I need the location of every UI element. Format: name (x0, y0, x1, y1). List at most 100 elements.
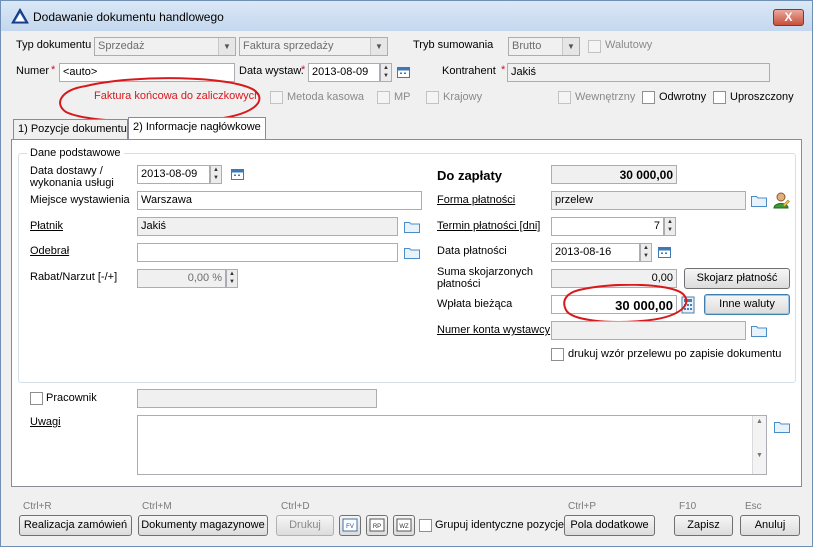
inne-waluty-button[interactable]: Inne waluty (704, 294, 790, 315)
annotation-ellipse-amount (563, 284, 688, 323)
data-dostawy-spinner[interactable]: ▲ ▼ (210, 165, 222, 184)
kontrahent-required-mark: * (501, 64, 506, 76)
data-dostawy-value: 2013-08-09 (141, 168, 198, 180)
platnik-field[interactable]: Jakiś (137, 217, 398, 236)
do-zaplaty-value: 30 000,00 (619, 168, 673, 182)
chevron-down-icon: ▼ (562, 38, 579, 55)
grupuj-checkbox[interactable] (419, 519, 432, 532)
kontrahent-field[interactable]: Jakiś (507, 63, 770, 82)
suma-skojarzonych-value: 0,00 (651, 272, 673, 284)
print-fv-icon: FV (342, 518, 358, 532)
folder-icon[interactable] (404, 221, 420, 233)
print-wz-button[interactable]: WZ (393, 515, 415, 536)
user-edit-icon[interactable] (772, 191, 790, 209)
uwagi-textarea[interactable]: ▲ ▼ (137, 415, 767, 475)
uproszczony-checkbox[interactable] (713, 91, 726, 104)
rodzaj-dokumentu-select[interactable]: Faktura sprzedaży ▼ (239, 37, 388, 56)
krajowy-label: Krajowy (443, 91, 483, 103)
metoda-kasowa-checkbox[interactable] (270, 91, 283, 104)
calendar-icon[interactable] (658, 247, 671, 258)
uwagi-label: Uwagi (30, 416, 61, 428)
wewnetrzny-checkbox[interactable] (558, 91, 571, 104)
rabat-narzut-value: 0,00 % (187, 272, 222, 284)
print-wz-icon: WZ (396, 518, 412, 532)
typ-dokumentu-value: Sprzedaż (98, 40, 145, 52)
odwrotny-checkbox[interactable] (642, 91, 655, 104)
walutowy-checkbox[interactable] (588, 40, 601, 53)
print-fv-button[interactable]: FV (339, 515, 361, 536)
zapisz-button[interactable]: Zapisz (674, 515, 733, 536)
close-button[interactable]: X (773, 9, 804, 26)
rabat-narzut-field[interactable]: 0,00 % (137, 269, 226, 288)
drukuj-button[interactable]: Drukuj (276, 515, 334, 536)
skojarz-platnosc-button[interactable]: Skojarz płatność (684, 268, 790, 289)
data-wystawienia-field[interactable]: 2013-08-09 (308, 63, 380, 82)
numer-konta-label: Numer konta wystawcy (437, 324, 551, 336)
data-wystawienia-spinner[interactable]: ▲ ▼ (380, 63, 392, 82)
tab-informacje-naglowkowe[interactable]: 2) Informacje nagłówkowe (128, 117, 266, 139)
forma-platnosci-label: Forma płatności (437, 194, 516, 206)
kontrahent-value: Jakiś (511, 66, 537, 78)
miejsce-wystawienia-label: Miejsce wystawienia (30, 194, 130, 206)
data-platnosci-spinner[interactable]: ▲ ▼ (640, 243, 652, 262)
suma-skojarzonych-label-2: płatności (437, 278, 481, 290)
pola-dodatkowe-button[interactable]: Pola dodatkowe (564, 515, 655, 536)
platnik-value: Jakiś (141, 220, 167, 232)
forma-platnosci-value: przelew (555, 194, 593, 206)
wplata-biezaca-label: Wpłata bieżąca (437, 298, 513, 310)
scroll-down-icon: ▼ (756, 452, 763, 459)
folder-icon[interactable] (751, 325, 767, 337)
folder-icon[interactable] (774, 421, 790, 433)
do-zaplaty-label: Do zapłaty (437, 168, 503, 183)
numer-label: Numer (16, 65, 50, 77)
odebral-field[interactable] (137, 243, 398, 262)
typ-dokumentu-select[interactable]: Sprzedaż ▼ (94, 37, 236, 56)
grupuj-label: Grupuj identyczne pozycje (435, 519, 565, 531)
uproszczony-label: Uproszczony (730, 91, 794, 103)
data-dostawy-label-1: Data dostawy / (30, 165, 103, 177)
calendar-icon[interactable] (397, 67, 410, 78)
suma-skojarzonych-label-1: Suma skojarzonych (437, 266, 533, 278)
print-rp-button[interactable]: RP (366, 515, 388, 536)
rodzaj-dokumentu-value: Faktura sprzedaży (243, 40, 334, 52)
uwagi-scrollbar[interactable]: ▲ ▼ (752, 416, 766, 474)
tryb-sumowania-label: Tryb sumowania (413, 39, 494, 51)
termin-platnosci-field[interactable]: 7 (551, 217, 664, 236)
rabat-narzut-spinner[interactable]: ▲ ▼ (226, 269, 238, 288)
calendar-icon[interactable] (231, 169, 244, 180)
data-wystawienia-required-mark: * (301, 64, 306, 76)
mp-checkbox[interactable] (377, 91, 390, 104)
termin-platnosci-spinner[interactable]: ▲ ▼ (664, 217, 676, 236)
hotkey-anuluj: Esc (745, 501, 762, 512)
forma-platnosci-field[interactable]: przelew (551, 191, 746, 210)
tryb-sumowania-select[interactable]: Brutto ▼ (508, 37, 580, 56)
wewnetrzny-label: Wewnętrzny (575, 91, 636, 103)
data-platnosci-label: Data płatności (437, 245, 507, 257)
hotkey-realizacja: Ctrl+R (23, 501, 52, 512)
tab-pozycje-dokumentu[interactable]: 1) Pozycje dokumentu (13, 119, 128, 139)
platnik-label: Płatnik (30, 220, 64, 232)
data-platnosci-field[interactable]: 2013-08-16 (551, 243, 640, 262)
miejsce-wystawienia-field[interactable]: Warszawa (137, 191, 422, 210)
pracownik-checkbox[interactable] (30, 392, 43, 405)
dokumenty-magazynowe-button[interactable]: Dokumenty magazynowe (138, 515, 268, 536)
realizacja-zamowien-button[interactable]: Realizacja zamówień (19, 515, 132, 536)
anuluj-button[interactable]: Anuluj (740, 515, 800, 536)
hotkey-dokumenty: Ctrl+M (142, 501, 172, 512)
drukuj-wzor-label: drukuj wzór przelewu po zapisie dokument… (568, 348, 782, 360)
numer-konta-field[interactable] (551, 321, 746, 340)
numer-required-mark: * (51, 64, 56, 76)
data-dostawy-field[interactable]: 2013-08-09 (137, 165, 210, 184)
hotkey-drukuj: Ctrl+D (281, 501, 310, 512)
termin-platnosci-label: Termin płatności [dni] (437, 220, 541, 232)
svg-text:FV: FV (346, 524, 354, 530)
odwrotny-label: Odwrotny (659, 91, 707, 103)
folder-icon[interactable] (404, 247, 420, 259)
mp-label: MP (394, 91, 411, 103)
krajowy-checkbox[interactable] (426, 91, 439, 104)
drukuj-wzor-checkbox[interactable] (551, 348, 564, 361)
metoda-kasowa-label: Metoda kasowa (287, 91, 365, 103)
pracownik-field[interactable] (137, 389, 377, 408)
data-platnosci-value: 2013-08-16 (555, 246, 612, 258)
folder-icon[interactable] (751, 195, 767, 207)
